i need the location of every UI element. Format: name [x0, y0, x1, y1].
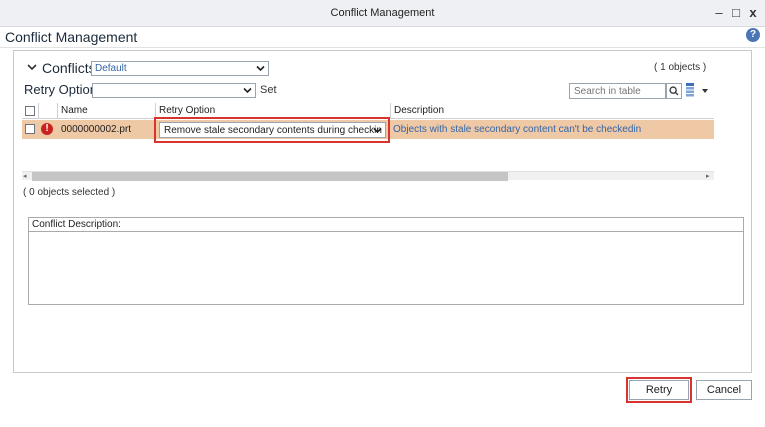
select-all-column	[22, 103, 39, 119]
search-input[interactable]	[569, 83, 666, 99]
close-button[interactable]: x	[745, 4, 761, 22]
conflict-description-box: Conflict Description:	[28, 217, 744, 305]
scroll-left-icon[interactable]: ◂	[23, 173, 27, 180]
column-header-name[interactable]: Name	[58, 103, 156, 119]
cancel-button[interactable]: Cancel	[696, 380, 752, 400]
chevron-down-icon[interactable]	[26, 61, 38, 73]
chevron-down-icon	[243, 87, 252, 94]
dropdown-arrow-icon[interactable]	[701, 88, 709, 94]
window-title: Conflict Management	[330, 7, 435, 19]
scrollbar-thumb[interactable]	[32, 172, 508, 181]
selected-count: ( 0 objects selected )	[23, 187, 116, 198]
row-retry-option-value: Remove stale secondary contents during c…	[164, 125, 382, 136]
column-header-description[interactable]: Description	[391, 103, 714, 119]
chevron-down-icon	[256, 65, 265, 72]
chevron-down-icon	[373, 127, 382, 134]
conflict-description-label: Conflict Description:	[29, 218, 743, 232]
conflicts-title: Conflicts	[42, 60, 96, 76]
horizontal-scrollbar[interactable]: ◂ ▸	[22, 171, 714, 181]
help-icon[interactable]: ?	[746, 28, 760, 42]
dialog-title: Conflict Management	[5, 29, 138, 45]
row-name: 0000000002.prt	[61, 124, 132, 135]
row-retry-option-select[interactable]: Remove stale secondary contents during c…	[159, 122, 386, 138]
search-icon[interactable]	[666, 83, 682, 99]
object-count: ( 1 objects )	[654, 62, 707, 73]
retry-option-select[interactable]	[92, 83, 256, 98]
retry-button[interactable]: Retry	[629, 380, 689, 400]
error-icon: !	[41, 123, 53, 135]
row-description: Objects with stale secondary content can…	[393, 124, 642, 135]
maximize-button[interactable]: □	[728, 4, 744, 22]
minimize-button[interactable]: –	[711, 4, 727, 22]
row-checkbox[interactable]	[25, 124, 35, 134]
scroll-right-icon[interactable]: ▸	[706, 173, 710, 180]
conflicts-filter-value: Default	[95, 63, 127, 74]
status-column-header	[39, 103, 58, 119]
column-grid-icon[interactable]	[686, 83, 694, 98]
select-all-checkbox[interactable]	[25, 106, 35, 116]
retry-option-title: Retry Option	[24, 82, 97, 97]
set-button[interactable]: Set	[260, 84, 277, 96]
conflicts-filter-select[interactable]: Default	[91, 61, 269, 76]
